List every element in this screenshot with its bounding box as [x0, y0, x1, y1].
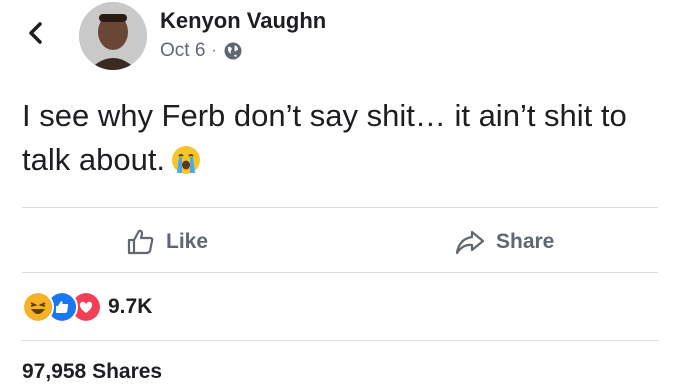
thumbs-up-icon: [127, 229, 154, 255]
post-text: I see why Ferb don’t say shit… it ain’t …: [22, 94, 662, 182]
post-body: I see why Ferb don’t say shit… it ain’t …: [22, 98, 627, 177]
share-count[interactable]: 97,958 Shares: [22, 360, 162, 384]
like-button[interactable]: Like: [126, 224, 208, 260]
author-name[interactable]: Kenyon Vaughn: [160, 8, 326, 34]
back-button[interactable]: [22, 20, 48, 46]
globe-icon: [224, 42, 242, 60]
divider-bottom: [22, 340, 658, 341]
avatar[interactable]: [79, 2, 147, 70]
post-date[interactable]: Oct 6: [160, 40, 205, 62]
laughing-face-icon: [22, 291, 54, 323]
avatar-image: [79, 2, 147, 70]
meta-separator: ·: [211, 42, 217, 59]
share-label: Share: [496, 230, 555, 253]
chevron-left-icon: [29, 22, 42, 44]
loudly-crying-face-icon: [172, 146, 201, 174]
like-label: Like: [166, 230, 209, 253]
divider-top: [22, 207, 658, 208]
reaction-summary[interactable]: 9.7K: [22, 291, 152, 323]
divider-middle: [22, 272, 658, 273]
reaction-count: 9.7K: [108, 295, 153, 318]
share-arrow-icon: [455, 230, 485, 255]
share-button[interactable]: Share: [454, 224, 554, 260]
post-meta: Oct 6 ·: [160, 40, 243, 62]
